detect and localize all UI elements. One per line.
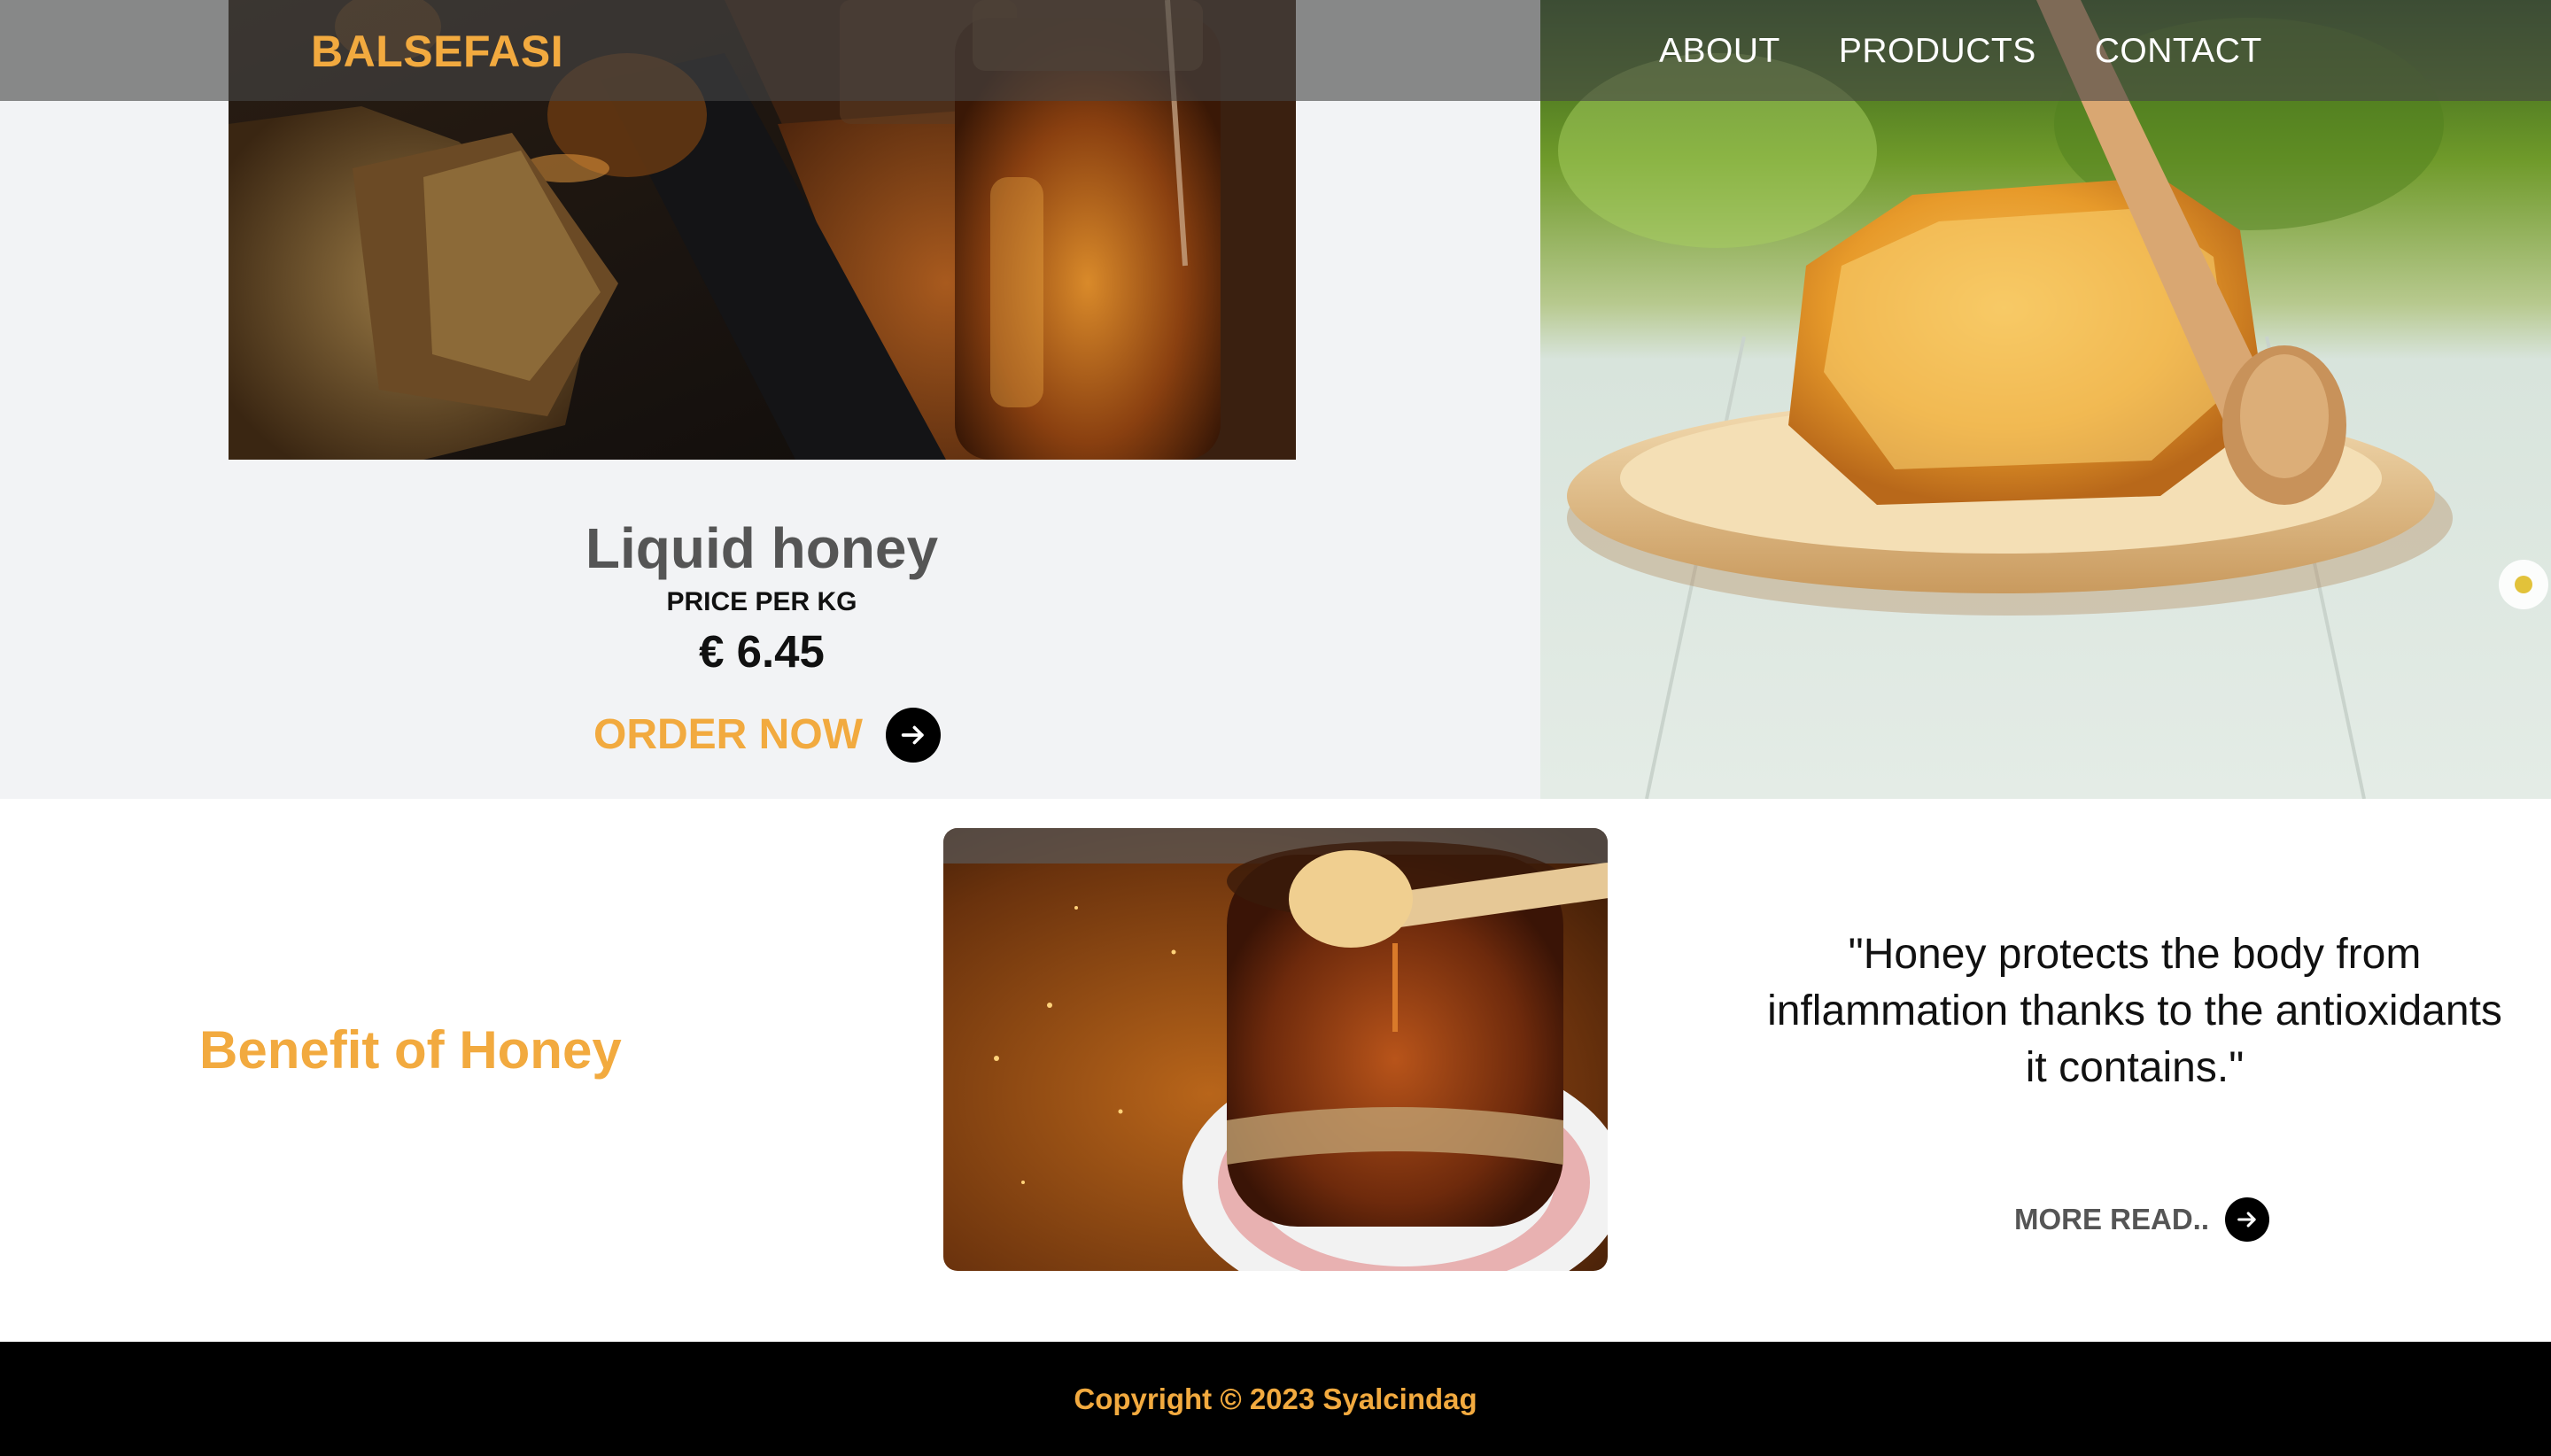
- footer: Copyright © 2023 Syalcindag: [0, 1342, 2551, 1456]
- honeycomb-plate-photo: [1540, 0, 2551, 799]
- more-read-label: MORE READ..: [2014, 1203, 2210, 1235]
- product-name: Liquid honey: [585, 516, 939, 580]
- top-navbar: BALSEFASI ABOUT PRODUCTS CONTACT: [0, 0, 2551, 101]
- order-now-label: ORDER NOW: [593, 711, 863, 758]
- benefit-title: Benefit of Honey: [199, 1020, 622, 1080]
- nav-about[interactable]: ABOUT: [1659, 27, 1780, 76]
- price-value: € 6.45: [699, 626, 825, 677]
- nav-products[interactable]: PRODUCTS: [1839, 27, 2036, 76]
- nav-contact[interactable]: CONTACT: [2095, 27, 2262, 76]
- arrow-right-icon[interactable]: [2225, 1197, 2270, 1242]
- arrow-right-icon[interactable]: [885, 708, 941, 763]
- price-label: PRICE PER KG: [666, 587, 857, 616]
- product-info: Liquid honey PRICE PER KG € 6.45: [496, 514, 1027, 680]
- honey-quote: "Honey protects the body from inflammati…: [1767, 931, 2502, 1091]
- more-read-link[interactable]: MORE READ..: [2014, 1197, 2270, 1242]
- nav-links: ABOUT PRODUCTS CONTACT: [1659, 27, 2262, 76]
- honey-dipper-photo: [943, 828, 1608, 1271]
- order-now-button[interactable]: ORDER NOW: [593, 707, 941, 763]
- brand-logo[interactable]: BALSEFASI: [311, 25, 563, 78]
- hero-section: BALSEFASI ABOUT PRODUCTS CONTACT Liquid …: [0, 0, 2551, 799]
- copyright-text: Copyright © 2023 Syalcindag: [1074, 1382, 1477, 1415]
